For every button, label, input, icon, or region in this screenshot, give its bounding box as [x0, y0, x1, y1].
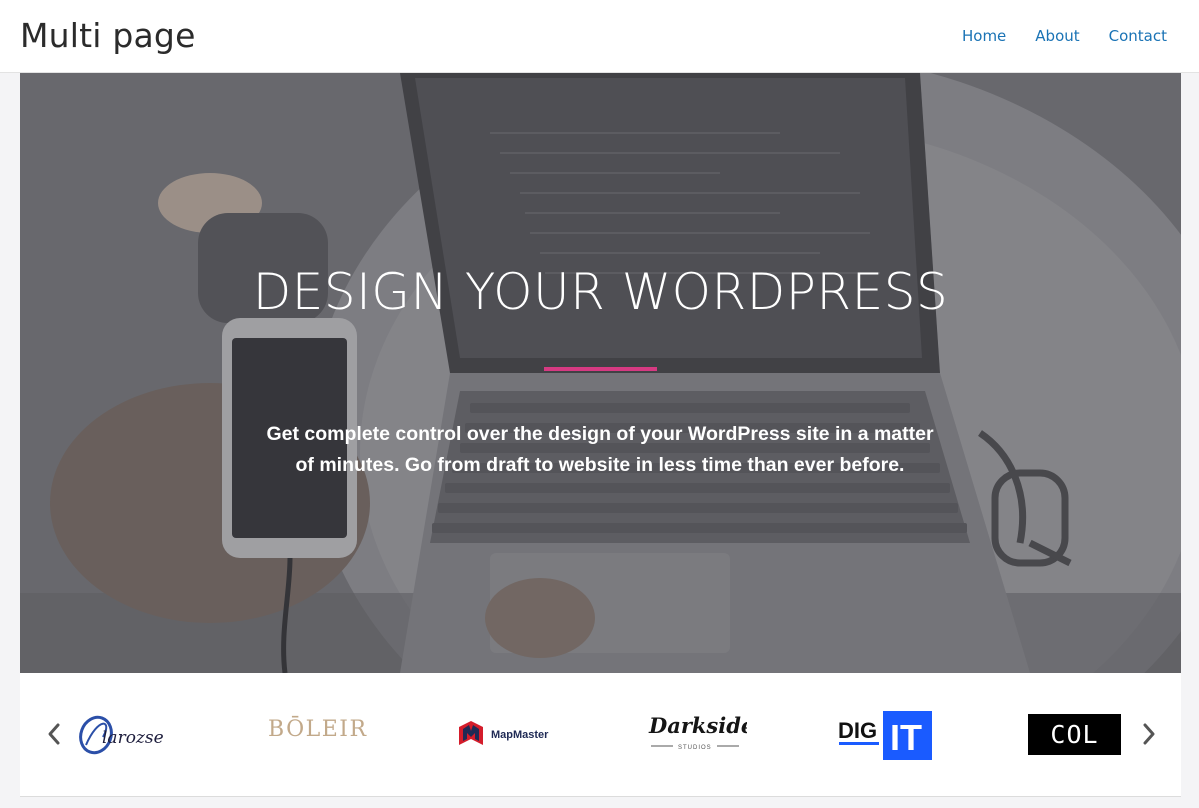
logo-digit[interactable]: DIG IT [837, 707, 937, 763]
logo-clarozse-text: larozse [102, 728, 164, 748]
hero-description: Get complete control over the design of … [250, 419, 950, 481]
logo-digit-text-b: IT [890, 717, 922, 758]
nav-about-link[interactable]: About [1035, 27, 1079, 45]
hero-section: DESIGN YOUR WORDPRESS Get complete contr… [20, 73, 1181, 673]
logo-clarozse[interactable]: larozse [78, 707, 188, 763]
site-title[interactable]: Multi page [20, 16, 196, 55]
hero-title: DESIGN YOUR WORDPRESS [252, 263, 949, 321]
nav-contact-link[interactable]: Contact [1109, 27, 1167, 45]
logo-col[interactable]: COL [1027, 707, 1123, 763]
logo-digit-text-a: DIG [838, 718, 877, 743]
logo-mapmaster-text: MapMaster [491, 729, 549, 741]
logo-darkside-text: Darkside [648, 713, 747, 738]
nav-home-link[interactable]: Home [962, 27, 1006, 45]
logo-darkside-subtext: STUDIOS [678, 745, 712, 751]
logo-mapmaster[interactable]: MapMaster [457, 707, 557, 763]
logo-carousel: larozse BŌLEIR MapMaster Darkside STUDIO… [20, 673, 1181, 797]
logo-darkside[interactable]: Darkside STUDIOS [647, 707, 754, 763]
hero-overlay [20, 73, 1181, 673]
chevron-left-icon[interactable] [44, 719, 64, 749]
logo-boleir[interactable]: BŌLEIR [268, 707, 368, 763]
hero-description-line-1: Get complete control over the design of … [266, 423, 934, 445]
chevron-right-icon[interactable] [1139, 719, 1159, 749]
hero-divider [544, 367, 657, 371]
hero-description-line-2: of minutes. Go from draft to website in … [295, 454, 905, 476]
site-header: Multi page Home About Contact [0, 0, 1199, 73]
logo-col-text: COL [1028, 714, 1121, 755]
main-nav: Home About Contact [933, 27, 1167, 45]
logo-boleir-text: BŌLEIR [268, 717, 368, 742]
